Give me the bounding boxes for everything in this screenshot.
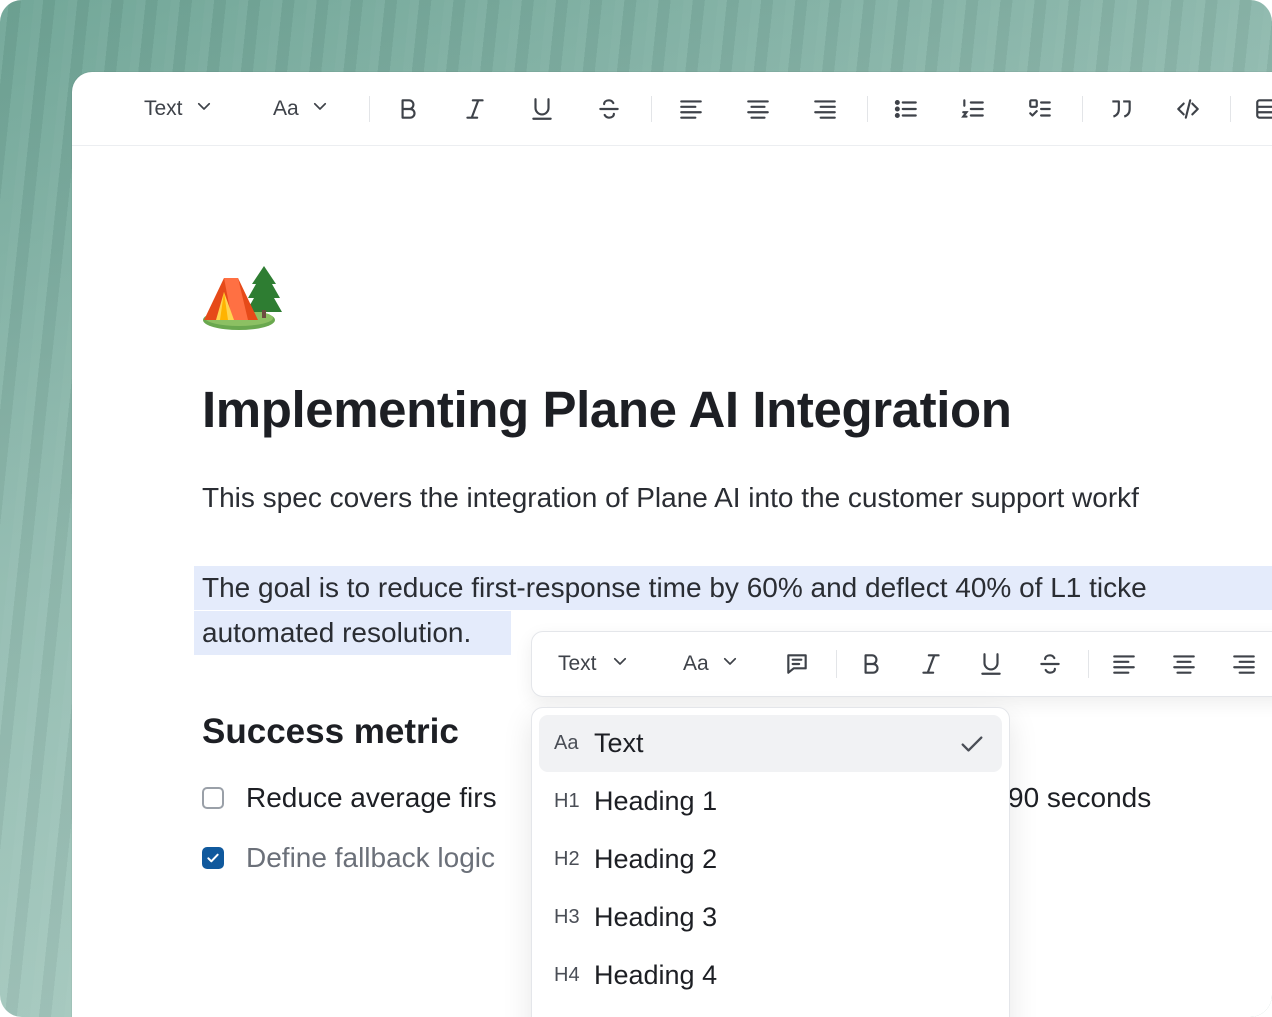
menu-item-label: Heading 3 — [594, 902, 718, 932]
menu-item-text[interactable]: Aa Text — [539, 715, 1002, 772]
menu-item-heading-1[interactable]: H1 Heading 1 — [539, 773, 1002, 830]
strikethrough-icon — [1040, 654, 1060, 674]
toolbar-divider — [1082, 96, 1083, 122]
chevron-down-icon — [721, 652, 739, 676]
strikethrough-button[interactable] — [596, 92, 622, 126]
toolbar-divider — [1230, 96, 1231, 122]
comment-button[interactable] — [784, 646, 810, 682]
bullet-list-icon — [894, 100, 917, 118]
code-icon — [1177, 99, 1199, 119]
align-center-button[interactable] — [745, 92, 771, 126]
selected-text-line[interactable]: automated resolution. — [194, 611, 511, 655]
selected-text-line[interactable]: The goal is to reduce first-response tim… — [194, 566, 1272, 610]
bubble-strikethrough-button[interactable] — [1037, 646, 1063, 682]
strikethrough-icon — [599, 99, 619, 119]
bold-button[interactable] — [395, 92, 421, 126]
bubble-font-dropdown[interactable]: Aa — [683, 646, 739, 682]
menu-item-label: Text — [594, 728, 644, 758]
align-left-icon — [680, 100, 702, 119]
menu-item-label: Heading 2 — [594, 844, 718, 874]
numbered-list-button[interactable] — [960, 92, 986, 126]
align-right-button[interactable] — [812, 92, 838, 126]
text-style-label: Text — [144, 97, 183, 120]
check-icon — [961, 736, 983, 752]
toolbar-divider — [1088, 650, 1089, 678]
underline-icon — [981, 653, 1001, 675]
heading-1-icon: H1 — [554, 790, 580, 812]
quote-icon — [1112, 100, 1131, 118]
italic-icon — [922, 654, 940, 674]
italic-icon — [466, 99, 484, 119]
task-item: Reduce average firs — [202, 782, 497, 814]
text-style-dropdown[interactable]: Text — [144, 92, 213, 126]
bubble-italic-button[interactable] — [918, 646, 944, 682]
toolbar-divider — [651, 96, 652, 122]
align-center-icon — [747, 100, 769, 119]
section-heading[interactable]: Success metric — [202, 712, 459, 752]
align-right-icon — [814, 100, 836, 119]
chevron-down-icon — [611, 652, 629, 676]
align-center-icon — [1173, 655, 1195, 674]
toolbar-divider — [867, 96, 868, 122]
bubble-underline-button[interactable] — [978, 646, 1004, 682]
task-checkbox[interactable] — [202, 787, 224, 809]
tent-emoji-icon[interactable] — [202, 262, 282, 338]
table-icon — [1256, 99, 1272, 119]
font-dropdown[interactable]: Aa — [273, 92, 329, 126]
chevron-down-icon — [311, 97, 329, 121]
heading-4-icon: H4 — [554, 964, 580, 986]
bubble-bold-button[interactable] — [858, 646, 884, 682]
toolbar-divider — [836, 650, 837, 678]
underline-icon — [532, 98, 552, 120]
bubble-font-label: Aa — [683, 652, 709, 675]
task-text[interactable]: Reduce average firs — [246, 782, 497, 814]
block-type-menu: Aa Text H1 Heading 1 H2 Heading 2 H3 Hea… — [531, 707, 1010, 1017]
desktop-background: Text Aa Implementing Plane AI Integratio… — [0, 0, 1272, 1017]
page-title[interactable]: Implementing Plane AI Integration — [202, 380, 1012, 439]
intro-paragraph[interactable]: This spec covers the integration of Plan… — [202, 482, 1139, 514]
checkmark-icon — [207, 853, 219, 863]
task-text[interactable]: Define fallback logic — [246, 842, 495, 874]
menu-item-label: Heading 1 — [594, 786, 718, 816]
align-left-icon — [1113, 655, 1135, 674]
bold-icon — [864, 654, 879, 674]
toolbar-divider — [369, 96, 370, 122]
bold-icon — [401, 99, 416, 119]
underline-button[interactable] — [529, 92, 555, 126]
heading-3-icon: H3 — [554, 906, 580, 928]
bubble-toolbar: Text Aa — [531, 631, 1272, 697]
italic-button[interactable] — [462, 92, 488, 126]
task-item: Define fallback logic — [202, 842, 495, 874]
code-button[interactable] — [1175, 92, 1201, 126]
menu-item-heading-3[interactable]: H3 Heading 3 — [539, 889, 1002, 946]
comment-icon — [787, 654, 807, 674]
bullet-list-button[interactable] — [893, 92, 919, 126]
menu-item-heading-2[interactable]: H2 Heading 2 — [539, 831, 1002, 888]
bubble-align-left-button[interactable] — [1111, 646, 1137, 682]
bubble-text-style-dropdown[interactable]: Text — [558, 646, 629, 682]
align-right-icon — [1233, 655, 1255, 674]
menu-item-label: Heading 4 — [594, 960, 718, 990]
checklist-icon — [1029, 99, 1051, 117]
bubble-text-style-label: Text — [558, 652, 597, 675]
bubble-align-center-button[interactable] — [1171, 646, 1197, 682]
task-text-tail[interactable]: 90 seconds — [1008, 782, 1151, 814]
quote-button[interactable] — [1108, 92, 1134, 126]
numbered-list-icon — [961, 99, 984, 118]
text-type-icon: Aa — [554, 732, 579, 754]
editor-toolbar: Text Aa — [72, 72, 1272, 146]
chevron-down-icon — [195, 97, 213, 121]
task-checkbox-checked[interactable] — [202, 847, 224, 869]
align-left-button[interactable] — [678, 92, 704, 126]
todo-list-button[interactable] — [1027, 92, 1053, 126]
bubble-align-right-button[interactable] — [1231, 646, 1257, 682]
table-button[interactable] — [1254, 92, 1272, 126]
menu-item-heading-4[interactable]: H4 Heading 4 — [539, 947, 1002, 1004]
font-label: Aa — [273, 97, 299, 120]
heading-2-icon: H2 — [554, 848, 580, 870]
